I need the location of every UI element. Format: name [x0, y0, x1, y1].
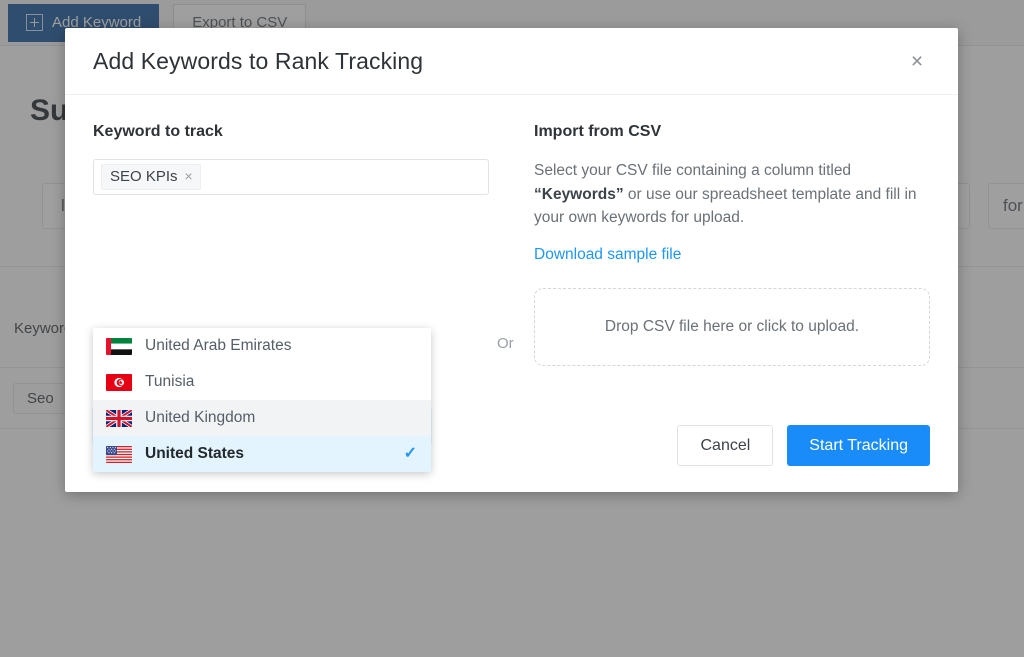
or-separator: Or	[489, 123, 534, 425]
check-icon: ✓	[403, 445, 417, 462]
flag-ae-icon	[106, 337, 132, 355]
csv-description-part1: Select your CSV file containing a column…	[534, 162, 852, 179]
keyword-token-label: SEO KPIs	[110, 167, 178, 185]
download-sample-link[interactable]: Download sample file	[534, 246, 681, 263]
cancel-button[interactable]: Cancel	[677, 425, 774, 466]
flag-gb-icon	[106, 409, 132, 427]
close-icon[interactable]: ×	[904, 48, 930, 74]
csv-description: Select your CSV file containing a column…	[534, 159, 926, 230]
csv-dropzone-label: Drop CSV file here or click to upload.	[604, 317, 860, 335]
add-keywords-modal: Add Keywords to Rank Tracking × Keyword …	[65, 28, 958, 492]
country-option-label: Tunisia	[145, 373, 195, 390]
country-option-label: United Arab Emirates	[145, 337, 292, 354]
country-option-tunisia[interactable]: Tunisia	[93, 364, 431, 400]
country-option-label: United Kingdom	[145, 409, 256, 426]
keyword-input[interactable]: SEO KPIs ×	[93, 159, 489, 195]
keyword-token: SEO KPIs ×	[101, 163, 201, 191]
remove-keyword-icon[interactable]: ×	[185, 167, 193, 185]
country-option-united-arab-emirates[interactable]: United Arab Emirates	[93, 328, 431, 364]
csv-section-label: Import from CSV	[534, 123, 662, 140]
flag-tn-icon	[106, 373, 132, 391]
or-label: Or	[497, 335, 514, 352]
flag-us-icon	[106, 445, 132, 463]
country-option-label: United States	[145, 445, 245, 462]
csv-description-bold: “Keywords”	[534, 185, 624, 203]
country-dropdown: United Arab Emirates Tunisia United King…	[93, 328, 431, 472]
country-option-united-kingdom[interactable]: United Kingdom	[93, 400, 431, 436]
csv-column: Import from CSV Select your CSV file con…	[534, 123, 930, 425]
modal-header: Add Keywords to Rank Tracking ×	[65, 28, 958, 95]
keyword-section-label: Keyword to track	[93, 123, 223, 140]
start-tracking-button[interactable]: Start Tracking	[787, 425, 930, 466]
country-option-united-states[interactable]: United States ✓	[93, 436, 431, 472]
csv-dropzone[interactable]: Drop CSV file here or click to upload.	[534, 287, 930, 366]
modal-title: Add Keywords to Rank Tracking	[93, 47, 424, 74]
